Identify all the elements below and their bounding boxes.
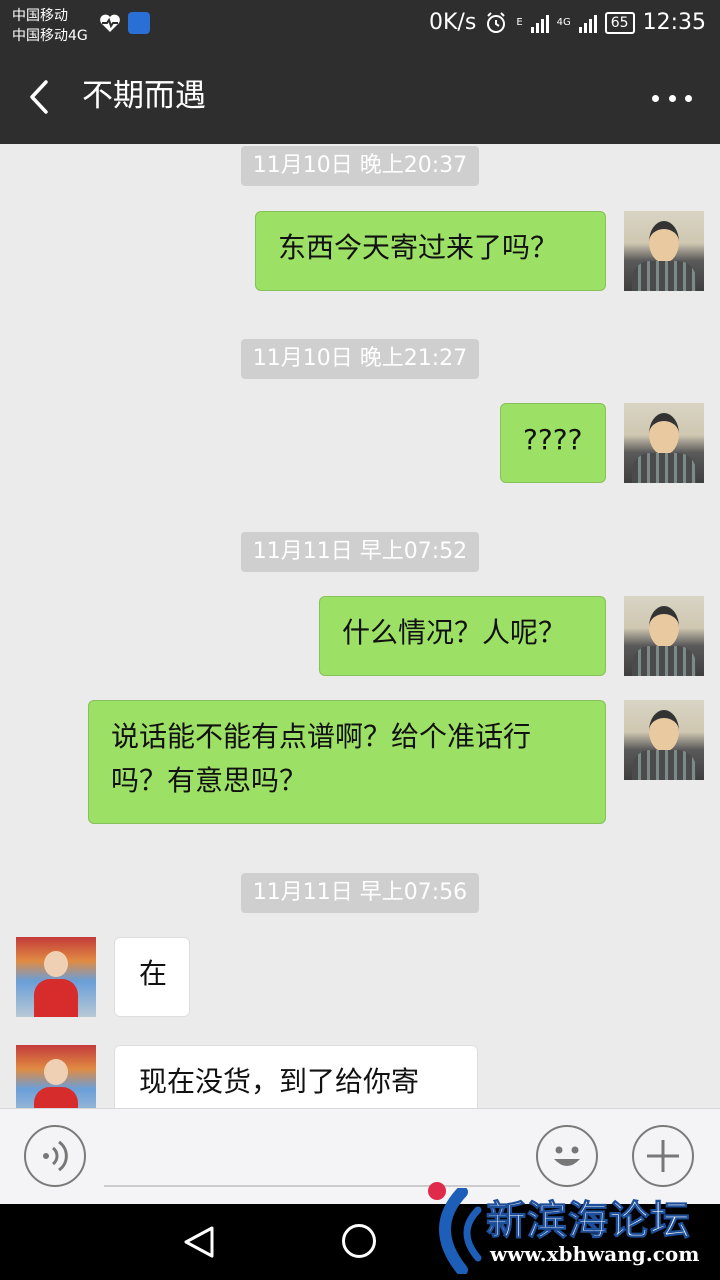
alarm-icon xyxy=(487,11,506,33)
message-list[interactable]: 11月10日 晚上20:37 东西今天寄过来了吗？ 11月10日 晚上21:27… xyxy=(0,144,720,1108)
status-bar: 中国移动 中国移动4G 0K/s E 4G 65 12:35 xyxy=(0,0,720,50)
more-icon xyxy=(652,94,659,102)
sent-message[interactable]: 说话能不能有点谱啊？给个准话行吗？有意思吗？ xyxy=(88,700,606,824)
network-type-1: E xyxy=(516,17,523,28)
timestamp: 11月10日 晚上20:37 xyxy=(241,146,479,186)
back-button[interactable] xyxy=(20,72,60,122)
nav-back-icon[interactable] xyxy=(182,1224,218,1260)
clock: 12:35 xyxy=(642,10,706,35)
battery-icon: 65 xyxy=(604,11,635,34)
carrier-1: 中国移动 xyxy=(12,8,68,24)
app-notification-icon xyxy=(128,12,150,34)
carrier-info: 中国移动 中国移动4G xyxy=(12,6,88,46)
plus-icon xyxy=(647,1140,679,1172)
my-avatar[interactable] xyxy=(624,211,704,291)
notification-icons xyxy=(98,12,150,34)
chat-title: 不期而遇 xyxy=(82,78,206,114)
received-message[interactable]: 现在没货，到了给你寄 xyxy=(114,1045,478,1108)
watermark-url: www.xbhwang.com xyxy=(490,1242,700,1266)
watermark-name: 新滨海论坛 xyxy=(486,1198,691,1245)
received-message[interactable]: 在 xyxy=(114,937,190,1017)
timestamp: 11月11日 早上07:56 xyxy=(241,873,479,913)
my-avatar[interactable] xyxy=(624,700,704,780)
timestamp: 11月10日 晚上21:27 xyxy=(241,339,479,379)
my-avatar[interactable] xyxy=(624,403,704,483)
network-type-2: 4G xyxy=(556,17,571,28)
carrier-2: 中国移动4G xyxy=(12,28,88,44)
emoji-icon xyxy=(554,1146,580,1166)
voice-icon xyxy=(43,1140,68,1172)
sent-message[interactable]: ???? xyxy=(500,403,606,483)
nav-home-icon[interactable] xyxy=(342,1224,376,1258)
timestamp: 11月11日 早上07:52 xyxy=(241,532,479,572)
signal-1-icon xyxy=(530,13,549,33)
status-right: 0K/s E 4G 65 12:35 xyxy=(429,10,706,35)
network-speed: 0K/s xyxy=(429,10,477,35)
chat-header: 不期而遇 xyxy=(0,50,720,144)
signal-2-icon xyxy=(578,13,597,33)
voice-button[interactable] xyxy=(24,1125,86,1187)
sent-message[interactable]: 什么情况？人呢？ xyxy=(319,596,606,676)
health-icon xyxy=(100,14,120,32)
contact-avatar[interactable] xyxy=(16,1045,96,1108)
site-watermark: 新滨海论坛 www.xbhwang.com xyxy=(420,1178,720,1280)
sent-message[interactable]: 东西今天寄过来了吗？ xyxy=(255,211,606,291)
more-button[interactable] xyxy=(652,84,692,112)
back-arrow-icon xyxy=(30,80,48,114)
contact-avatar[interactable] xyxy=(16,937,96,1017)
my-avatar[interactable] xyxy=(624,596,704,676)
watermark-logo-icon xyxy=(439,1188,482,1274)
